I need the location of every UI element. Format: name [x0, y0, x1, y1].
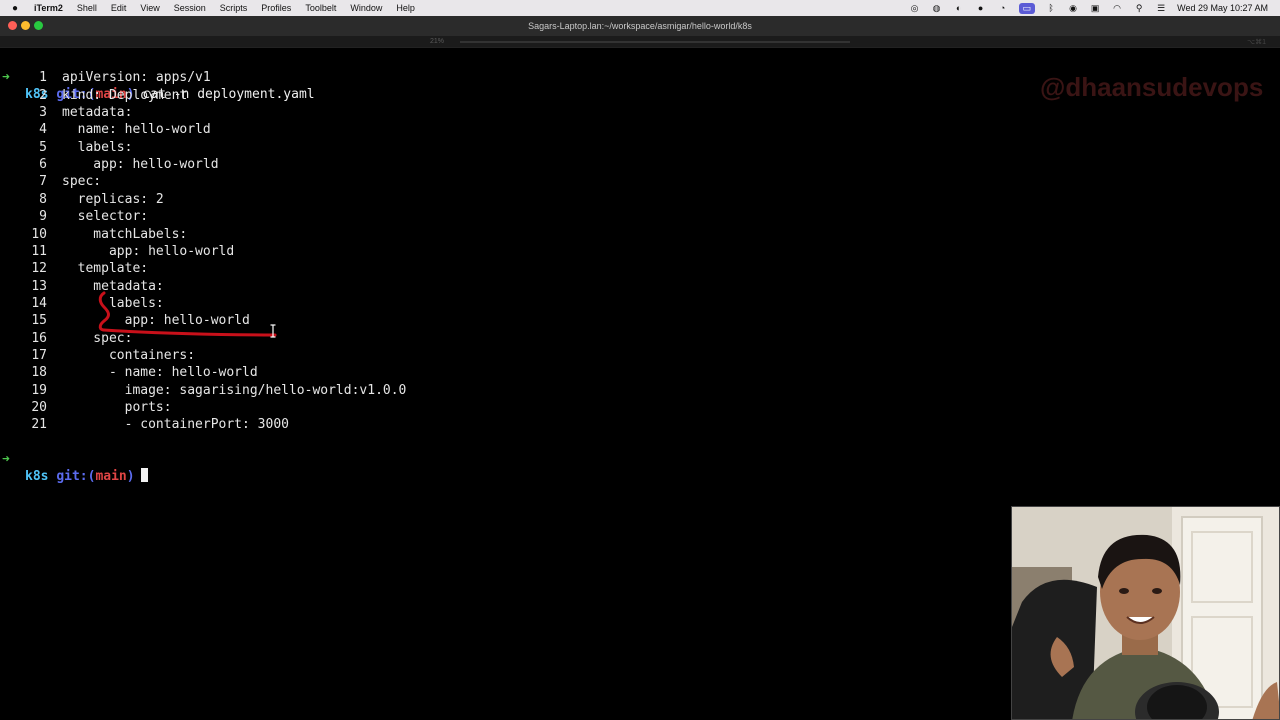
macos-menu-bar: ● iTerm2 Shell Edit View Session Scripts…	[0, 0, 1280, 16]
watermark: @dhaansudevops	[1040, 72, 1264, 102]
line-number: 3	[39, 105, 47, 121]
line-number: 1	[39, 70, 47, 86]
prompt-arrow-icon: ➜	[2, 451, 10, 467]
menu-edit[interactable]: Edit	[111, 3, 127, 13]
time-machine-icon[interactable]: ◔	[997, 3, 1009, 13]
line-text: metadata:	[62, 278, 164, 294]
line-number: 5	[39, 139, 47, 155]
active-prompt-line[interactable]: ➜ k8s git:(main)	[0, 434, 148, 484]
line-text: matchLabels:	[62, 226, 188, 242]
line-number: 11	[31, 243, 47, 259]
menu-view[interactable]: View	[140, 3, 159, 13]
line-text: spec:	[62, 174, 102, 190]
line-number: 8	[39, 191, 47, 207]
line-text: app: hello-world	[62, 313, 250, 329]
line-text: ports:	[62, 400, 172, 415]
line-number: 13	[31, 278, 47, 294]
line-text: app: hello-world	[62, 243, 235, 259]
line-number: 21	[31, 417, 47, 433]
line-number: 7	[39, 174, 47, 190]
window-title: Sagars-Laptop.lan:~/workspace/asmigar/he…	[528, 21, 752, 31]
line-number: 14	[31, 295, 47, 311]
app-menu[interactable]: iTerm2	[34, 3, 63, 13]
grammarly-icon[interactable]: ●	[975, 3, 987, 13]
ibeam-cursor-icon	[270, 324, 276, 338]
line-number: 6	[39, 157, 47, 173]
prompt-dir: k8s	[25, 468, 49, 484]
line-number: 19	[31, 382, 47, 398]
line-number: 10	[31, 226, 47, 242]
menu-toolbelt[interactable]: Toolbelt	[305, 3, 336, 13]
menu-shell[interactable]: Shell	[77, 3, 97, 13]
status-area: ◎ ◍ ◐ ● ◔ ▭ ᛒ ◉ ▣ ◠ ⚲ ☰ Wed 29 May 10:27…	[909, 2, 1280, 14]
line-text: app: hello-world	[62, 157, 219, 173]
tab-shortcut: ⌥⌘1	[1247, 39, 1266, 46]
activity-icon[interactable]: ◐	[953, 3, 965, 13]
spotlight-search-icon[interactable]: ⚲	[1133, 3, 1145, 14]
user-icon[interactable]: ◉	[1067, 3, 1079, 14]
prompt-branch: main	[95, 468, 127, 484]
bluetooth-icon[interactable]: ᛒ	[1045, 3, 1057, 13]
line-text: spec:	[62, 330, 133, 346]
line-number: 18	[31, 365, 47, 381]
line-text: name: hello-world	[62, 122, 211, 138]
command-line: ➜ k8s git:(main) cat -n deployment.yaml	[0, 52, 315, 102]
line-number: 16	[31, 330, 47, 346]
line-text: labels:	[62, 139, 133, 155]
line-number: 20	[31, 400, 47, 415]
terminal-title-bar[interactable]: Sagars-Laptop.lan:~/workspace/asmigar/he…	[0, 16, 1280, 36]
menu-profiles[interactable]: Profiles	[261, 3, 291, 13]
tab-progress	[460, 41, 850, 43]
line-text: metadata:	[62, 105, 133, 121]
line-text: image: sagarising/hello-world:v1.0.0	[62, 382, 407, 398]
line-number: 4	[39, 122, 47, 138]
line-text: kind: Deployment	[62, 87, 188, 103]
line-number: 12	[31, 261, 47, 277]
wifi-icon[interactable]: ◠	[1111, 3, 1123, 14]
line-text: labels:	[62, 295, 164, 311]
control-center-icon[interactable]: ☰	[1155, 3, 1167, 14]
line-text: apiVersion: apps/v1	[62, 70, 211, 86]
line-text: replicas: 2	[62, 191, 164, 207]
menu-window[interactable]: Window	[350, 3, 382, 13]
menu-help[interactable]: Help	[396, 3, 415, 13]
line-text: - name: hello-world	[62, 365, 258, 381]
menubar-clock[interactable]: Wed 29 May 10:27 AM	[1177, 3, 1268, 13]
line-text: template:	[62, 261, 149, 277]
screen-recorder-icon[interactable]: ◎	[909, 3, 921, 14]
line-number: 2	[39, 87, 47, 103]
line-text: selector:	[62, 209, 149, 225]
line-number: 17	[31, 347, 47, 363]
prompt-git: git:(	[56, 468, 96, 484]
menu-scripts[interactable]: Scripts	[220, 3, 248, 13]
line-text: - containerPort: 3000	[62, 417, 289, 433]
line-number: 9	[39, 209, 47, 225]
app-status-icon[interactable]: ◍	[931, 3, 943, 14]
apple-menu-icon[interactable]: ●	[12, 3, 26, 14]
terminal-tab-bar: 21% ⌥⌘1	[0, 36, 1280, 48]
battery-icon[interactable]: ▣	[1089, 3, 1101, 14]
menu-session[interactable]: Session	[174, 3, 206, 13]
close-window-button[interactable]	[8, 21, 17, 30]
maximize-window-button[interactable]	[34, 21, 43, 30]
text-cursor[interactable]	[140, 467, 148, 482]
tab-badge: 21%	[430, 38, 445, 45]
line-number: 15	[31, 313, 47, 329]
line-text: containers:	[62, 347, 196, 363]
minimize-window-button[interactable]	[21, 21, 30, 30]
screen-share-icon[interactable]: ▭	[1018, 2, 1036, 14]
prompt: k8s git:(main)	[25, 467, 148, 485]
prompt-close: )	[126, 468, 135, 484]
webcam-overlay	[1011, 506, 1280, 720]
webcam-image	[1012, 507, 1279, 719]
